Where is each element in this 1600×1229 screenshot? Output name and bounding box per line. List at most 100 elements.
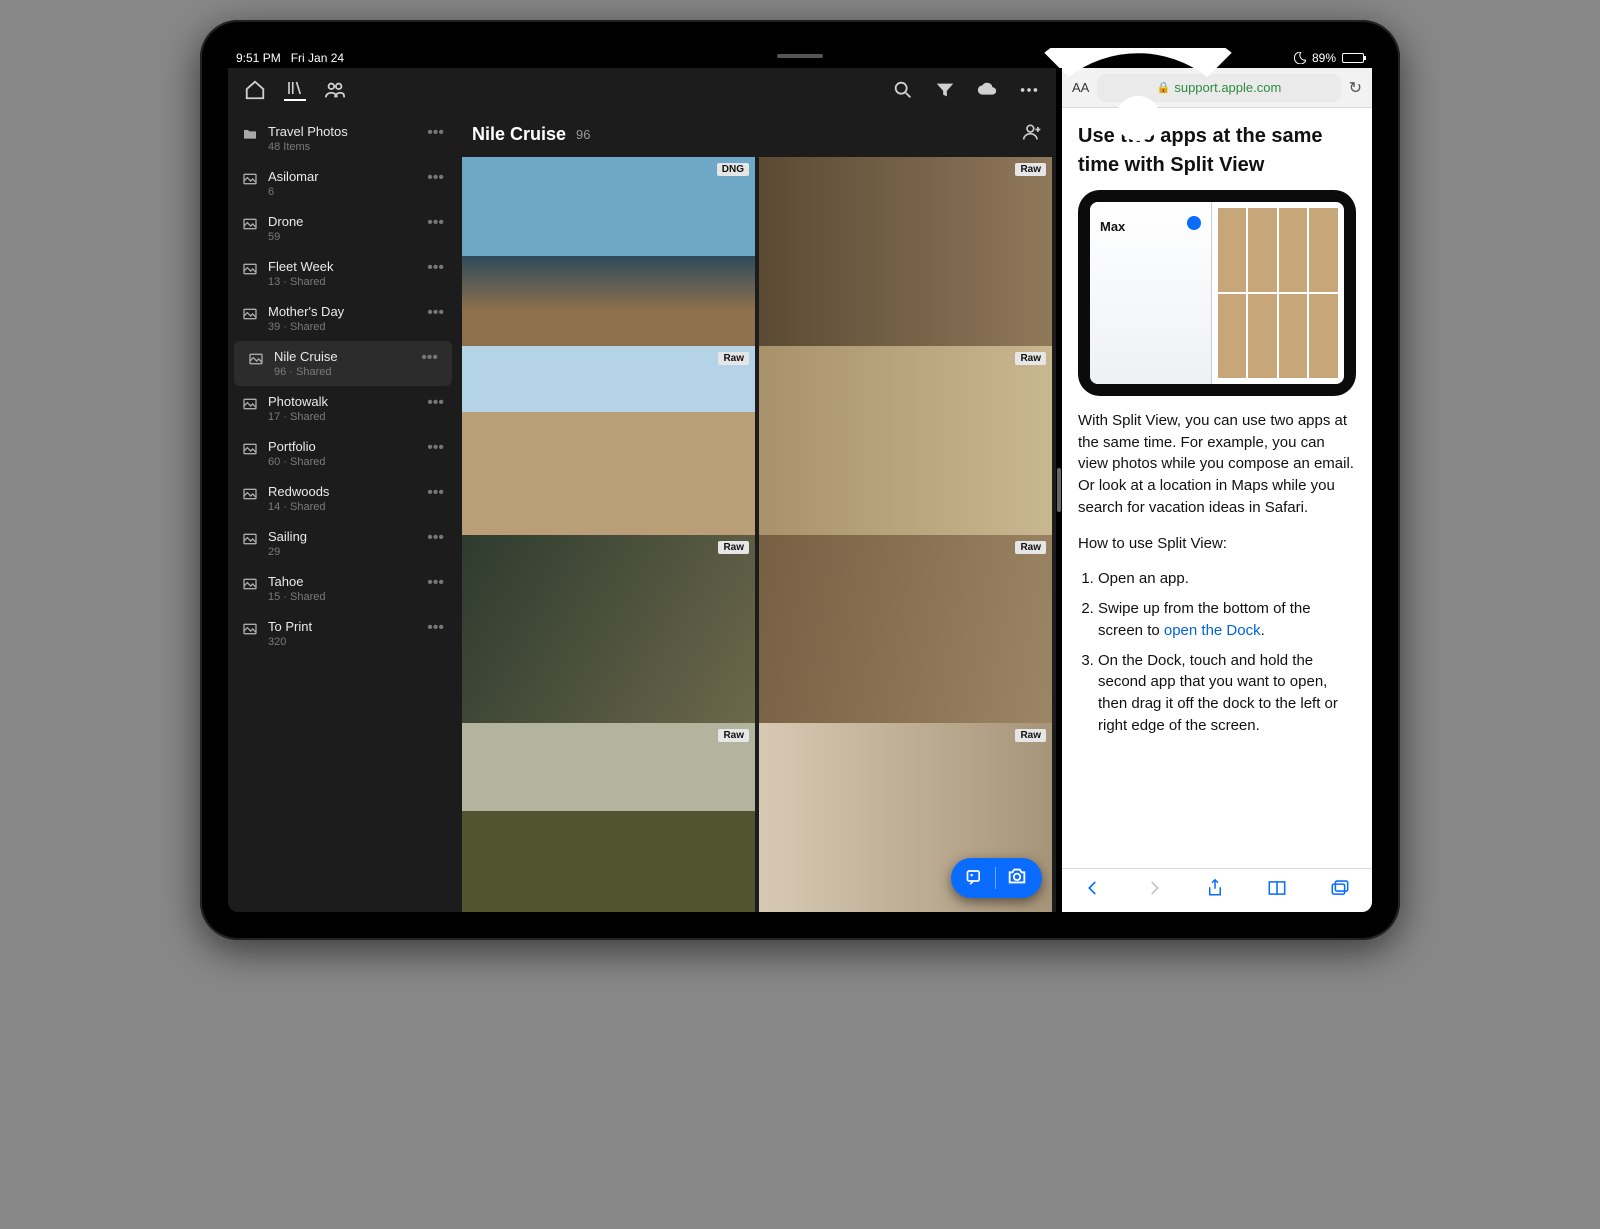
photo-thumb[interactable]: Raw: [462, 723, 755, 912]
format-badge: Raw: [718, 729, 749, 742]
photo-thumb[interactable]: Raw: [759, 157, 1052, 377]
multitask-pill[interactable]: [777, 54, 823, 58]
sidebar-item-asilomar[interactable]: Asilomar6•••: [228, 161, 458, 206]
sidebar-item-label: Fleet Week: [268, 259, 413, 274]
album-icon: [242, 216, 258, 235]
photo-thumb[interactable]: Raw: [759, 346, 1052, 566]
photo-thumb[interactable]: Raw: [462, 346, 755, 566]
page-illustration: [1078, 190, 1356, 396]
back-button[interactable]: [1084, 879, 1102, 902]
sidebar-item-meta: 14 · Shared: [268, 501, 413, 513]
split-grabber[interactable]: [1057, 468, 1061, 512]
add-person-icon[interactable]: [1022, 122, 1042, 147]
filter-icon[interactable]: [934, 79, 956, 101]
sidebar-item-meta: 96 · Shared: [274, 366, 407, 378]
grid-header: Nile Cruise 96: [458, 112, 1056, 157]
open-dock-link[interactable]: open the Dock: [1164, 622, 1261, 639]
share-button[interactable]: [1206, 878, 1224, 903]
photo-thumb[interactable]: Raw: [462, 535, 755, 755]
sidebar-item-meta: 59: [268, 231, 413, 243]
bookmarks-button[interactable]: [1267, 879, 1287, 902]
photo-thumb[interactable]: Raw: [759, 535, 1052, 755]
album-icon: [242, 306, 258, 325]
format-badge: Raw: [718, 541, 749, 554]
album-icon: [242, 396, 258, 415]
sidebar-item-sailing[interactable]: Sailing29•••: [228, 521, 458, 566]
sidebar-item-label: Tahoe: [268, 574, 413, 589]
forward-button: [1145, 879, 1163, 902]
sidebar-item-more[interactable]: •••: [423, 529, 448, 547]
sidebar-item-more[interactable]: •••: [417, 349, 442, 367]
step-1: Open an app.: [1098, 568, 1356, 590]
sidebar-item-tahoe[interactable]: Tahoe 15 · Shared •••: [228, 566, 458, 611]
home-icon[interactable]: [244, 79, 266, 101]
sidebar-item-meta: 17 · Shared: [268, 411, 413, 423]
sidebar-item-more[interactable]: •••: [423, 484, 448, 502]
sidebar-item-travel-photos[interactable]: Travel Photos 48 Items •••: [228, 116, 458, 161]
lightroom-app: Travel Photos48 Items•••Asilomar6•••Dron…: [228, 68, 1056, 912]
import-icon[interactable]: [965, 866, 985, 891]
sidebar-item-meta: 60 · Shared: [268, 456, 413, 468]
format-badge: Raw: [1015, 729, 1046, 742]
photo-grid[interactable]: DNGRawRawRawRawRawRawRaw: [458, 157, 1056, 912]
album-icon: [242, 531, 258, 550]
sidebar-item-meta: 48 Items: [268, 141, 413, 153]
album-icon: [242, 621, 258, 640]
capture-fab[interactable]: [951, 858, 1042, 898]
sidebar-item-more[interactable]: •••: [423, 304, 448, 322]
sidebar-item-to-print[interactable]: To Print320•••: [228, 611, 458, 656]
sidebar-item-more[interactable]: •••: [423, 574, 448, 592]
safari-tab-bar: [1062, 868, 1372, 912]
page-paragraph: With Split View, you can use two apps at…: [1078, 410, 1356, 519]
sidebar-item-label: Portfolio: [268, 439, 413, 454]
ipad-frame: 9:51 PM Fri Jan 24 89%: [200, 20, 1400, 940]
step-2: Swipe up from the bottom of the screen t…: [1098, 598, 1356, 642]
format-badge: Raw: [1015, 163, 1046, 176]
sidebar-item-mother-s-day[interactable]: Mother's Day39 · Shared•••: [228, 296, 458, 341]
sidebar-item-more[interactable]: •••: [423, 439, 448, 457]
status-time: 9:51 PM: [236, 51, 281, 65]
sidebar-item-redwoods[interactable]: Redwoods14 · Shared•••: [228, 476, 458, 521]
sidebar-item-portfolio[interactable]: Portfolio 60 · Shared •••: [228, 431, 458, 476]
split-divider[interactable]: [1056, 68, 1062, 912]
sidebar-item-nile-cruise[interactable]: Nile Cruise96 · Shared•••: [234, 341, 452, 386]
photo-thumb[interactable]: DNG: [462, 157, 755, 377]
album-icon: [248, 351, 264, 370]
tabs-button[interactable]: [1330, 879, 1350, 902]
sidebar-item-more[interactable]: •••: [423, 619, 448, 637]
camera-icon[interactable]: [1006, 865, 1028, 892]
howto-label: How to use Split View:: [1078, 533, 1356, 555]
album-icon: [242, 171, 258, 190]
format-badge: Raw: [718, 352, 749, 365]
sidebar-item-label: Sailing: [268, 529, 413, 544]
grid-area: Nile Cruise 96 DNGRawRawRawRawRawRawRaw: [458, 112, 1056, 912]
sidebar-item-label: Travel Photos: [268, 124, 413, 139]
step-3: On the Dock, touch and hold the second a…: [1098, 650, 1356, 737]
sidebar-item-more[interactable]: •••: [423, 124, 448, 142]
format-badge: Raw: [1015, 541, 1046, 554]
album-sidebar[interactable]: Travel Photos48 Items•••Asilomar6•••Dron…: [228, 112, 458, 912]
sidebar-item-meta: 39 · Shared: [268, 321, 413, 333]
search-icon[interactable]: [892, 79, 914, 101]
shared-icon[interactable]: [324, 79, 346, 101]
sidebar-item-fleet-week[interactable]: Fleet Week13 · Shared•••: [228, 251, 458, 296]
howto-steps: Open an app. Swipe up from the bottom of…: [1078, 568, 1356, 736]
album-icon: [242, 441, 258, 460]
sidebar-item-more[interactable]: •••: [423, 169, 448, 187]
sidebar-item-more[interactable]: •••: [423, 214, 448, 232]
status-bar: 9:51 PM Fri Jan 24 89%: [228, 48, 1372, 68]
sidebar-item-more[interactable]: •••: [423, 394, 448, 412]
safari-app: AA 🔒 support.apple.com ↻ Use two apps at…: [1062, 68, 1372, 912]
sidebar-item-drone[interactable]: Drone 59 •••: [228, 206, 458, 251]
sidebar-item-meta: 15 · Shared: [268, 591, 413, 603]
library-icon[interactable]: [284, 79, 306, 101]
safari-page[interactable]: Use two apps at the same time with Split…: [1062, 108, 1372, 868]
sidebar-item-label: Drone: [268, 214, 413, 229]
sidebar-item-photowalk[interactable]: Photowalk 17 · Shared •••: [228, 386, 458, 431]
sidebar-item-more[interactable]: •••: [423, 259, 448, 277]
status-date: Fri Jan 24: [291, 51, 344, 65]
battery-icon: [1342, 53, 1364, 63]
sidebar-item-label: Photowalk: [268, 394, 413, 409]
format-badge: DNG: [717, 163, 749, 176]
album-title: Nile Cruise: [472, 124, 566, 145]
